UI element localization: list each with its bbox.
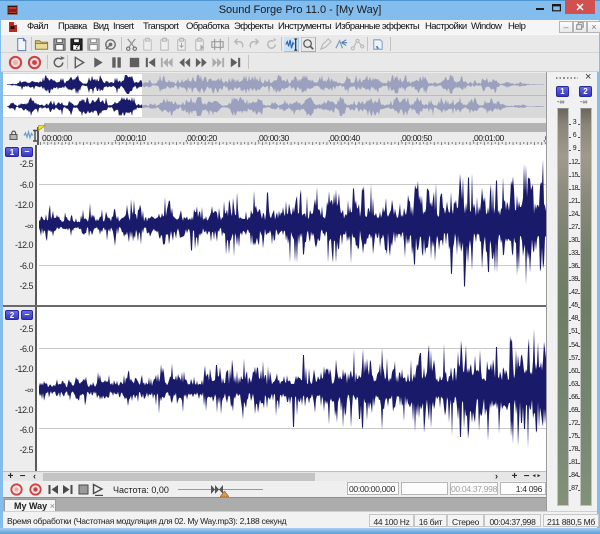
svg-text:?: ? — [75, 42, 80, 51]
